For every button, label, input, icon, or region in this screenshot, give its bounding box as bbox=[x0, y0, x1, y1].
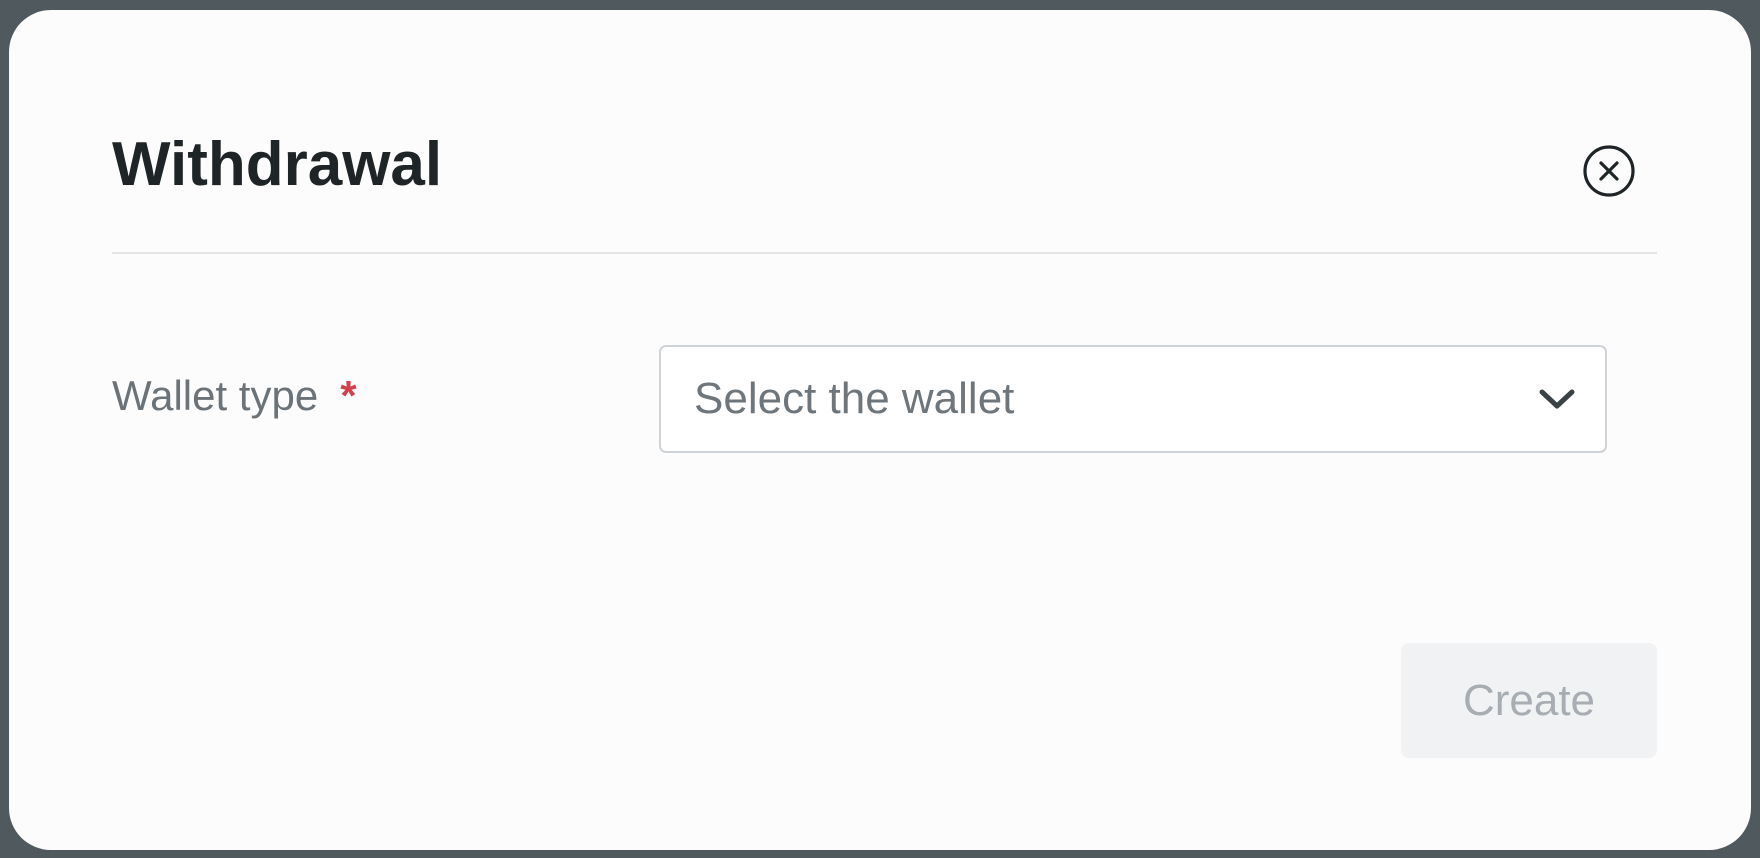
close-circle-icon bbox=[1583, 145, 1635, 197]
chevron-down-icon bbox=[1539, 389, 1575, 409]
wallet-type-label-text: Wallet type bbox=[112, 372, 319, 419]
withdrawal-dialog: Withdrawal Wallet type * Select the walle… bbox=[9, 10, 1751, 850]
wallet-type-label: Wallet type * bbox=[112, 375, 357, 417]
dialog-title: Withdrawal bbox=[112, 130, 443, 199]
dialog-header: Withdrawal bbox=[112, 120, 1657, 254]
wallet-type-select[interactable]: Select the wallet bbox=[659, 345, 1607, 453]
required-asterisk: * bbox=[340, 372, 357, 419]
wallet-type-row: Wallet type * Select the wallet bbox=[112, 345, 1607, 455]
wallet-type-placeholder: Select the wallet bbox=[694, 374, 1015, 423]
close-button[interactable] bbox=[1582, 144, 1636, 198]
create-button[interactable]: Create bbox=[1401, 643, 1657, 758]
